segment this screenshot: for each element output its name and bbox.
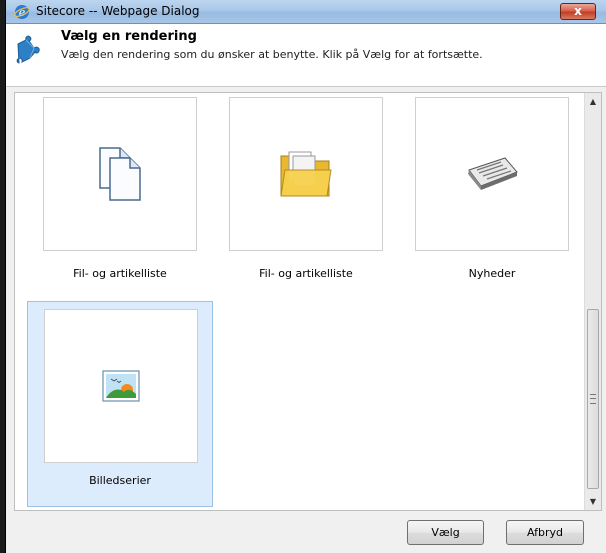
scrollbar-thumb[interactable]: [587, 309, 599, 489]
rendering-label: Fil- og artikelliste: [73, 267, 167, 280]
rendering-label: Nyheder: [468, 267, 516, 280]
newspaper-icon: [468, 157, 518, 190]
ie-icon: e: [14, 5, 30, 19]
rendering-thumbnail: [44, 309, 198, 463]
rendering-label: Billedserier: [89, 474, 151, 487]
grip-icon: [590, 394, 596, 404]
header-title: Vælg en rendering: [61, 29, 197, 44]
rendering-tile[interactable]: Fil- og artikelliste: [213, 97, 399, 303]
rendering-label: Fil- og artikelliste: [259, 267, 353, 280]
rendering-thumbnail: [43, 97, 197, 251]
puzzle-icon: [16, 35, 40, 64]
documents-icon: [99, 147, 141, 201]
window-title: Sitecore -- Webpage Dialog: [36, 4, 200, 18]
header-subtitle: Vælg den rendering som du ønsker at beny…: [61, 48, 483, 61]
close-button[interactable]: x: [560, 3, 596, 20]
rendering-tile-selected[interactable]: Billedserier: [27, 301, 213, 507]
rendering-thumbnail: [229, 97, 383, 251]
picture-icon: [102, 370, 140, 402]
rendering-tile[interactable]: Fil- og artikelliste: [27, 97, 213, 303]
scroll-down-arrow-icon[interactable]: ▼: [585, 493, 601, 510]
rendering-thumbnail: [415, 97, 569, 251]
cancel-button[interactable]: Afbryd: [506, 520, 584, 545]
scroll-up-arrow-icon[interactable]: ▲: [585, 93, 601, 110]
dialog-header: Vælg en rendering Vælg den rendering som…: [6, 24, 606, 87]
dialog-window: e Sitecore -- Webpage Dialog x Vælg en r…: [5, 0, 606, 553]
renderings-list: Fil- og artikelliste Fil- og artikellist…: [14, 92, 602, 511]
vertical-scrollbar[interactable]: ▲ ▼: [584, 93, 601, 510]
title-bar[interactable]: e Sitecore -- Webpage Dialog x: [6, 0, 606, 24]
folder-icon: [280, 151, 332, 197]
select-button[interactable]: Vælg: [407, 520, 484, 545]
rendering-tile[interactable]: Nyheder: [399, 97, 585, 303]
